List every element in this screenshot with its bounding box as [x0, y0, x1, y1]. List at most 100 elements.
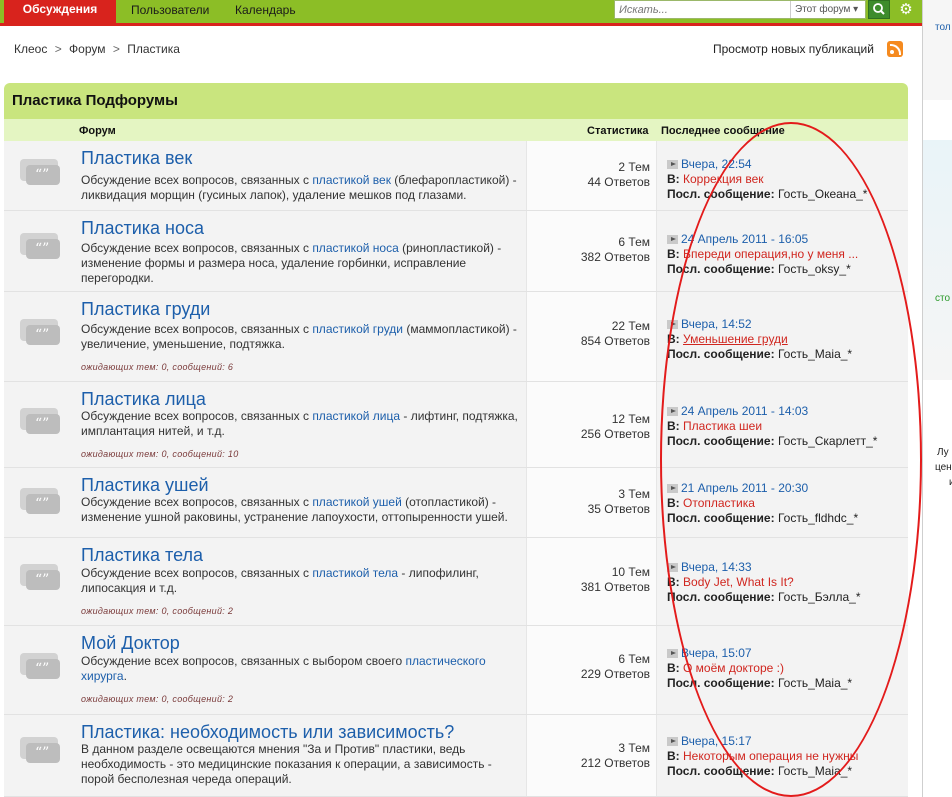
- desc-text: Обсуждение всех вопросов, связанных с: [81, 173, 313, 187]
- in-label: В:: [667, 496, 680, 510]
- last-post-author-row: Посл. сообщение: Гость_Maia_*: [667, 676, 852, 690]
- search-scope-select[interactable]: Этот форум ▾: [790, 1, 864, 18]
- search-input[interactable]: [617, 1, 787, 18]
- new-posts-link[interactable]: Просмотр новых публикаций: [713, 42, 874, 56]
- go-to-post-icon[interactable]: [667, 160, 678, 170]
- last-post-topic-link[interactable]: Впереди операция,но у меня ...: [683, 247, 858, 261]
- go-to-post-icon[interactable]: [667, 235, 678, 245]
- topic-count: 6 Тем: [618, 235, 650, 249]
- reply-count: 381 Ответов: [580, 580, 650, 594]
- desc-link[interactable]: пластикой тела: [312, 566, 398, 580]
- last-post-author-row: Посл. сообщение: Гость_Океана_*: [667, 187, 867, 201]
- forum-icon-cell: [4, 715, 74, 796]
- last-post-date[interactable]: 24 Апрель 2011 - 16:05: [681, 232, 808, 246]
- last-post-date-row: 21 Апрель 2011 - 20:30: [667, 481, 808, 495]
- topic-count: 12 Тем: [611, 412, 650, 426]
- forum-title-link[interactable]: Пластика век: [81, 148, 192, 169]
- last-post-date[interactable]: Вчера, 22:54: [681, 157, 752, 171]
- tab-calendar[interactable]: Календарь: [235, 0, 296, 23]
- last-post-author: Гость_Maia_*: [777, 676, 853, 690]
- go-to-post-icon[interactable]: [667, 484, 678, 494]
- desc-link[interactable]: пластикой ушей: [312, 495, 401, 509]
- last-post-date[interactable]: Вчера, 14:33: [681, 560, 752, 574]
- pending-moderation: ожидающих тем: 0, сообщений: 6: [81, 362, 234, 372]
- last-post-date[interactable]: 21 Апрель 2011 - 20:30: [681, 481, 808, 495]
- last-post-topic-link[interactable]: О моём докторе :): [683, 661, 784, 675]
- ad-text: цен: [935, 462, 952, 473]
- gear-icon[interactable]: ⚙: [897, 1, 915, 19]
- in-label: В:: [667, 247, 680, 261]
- ad-image[interactable]: [923, 140, 952, 380]
- last-post-topic-link[interactable]: Отопластика: [683, 496, 755, 510]
- desc-text: Обсуждение всех вопросов, связанных с: [81, 409, 313, 423]
- last-post-date-row: 24 Апрель 2011 - 14:03: [667, 404, 808, 418]
- desc-text: .: [123, 669, 127, 683]
- desc-link[interactable]: пластикой груди: [312, 322, 403, 336]
- go-to-post-icon[interactable]: [667, 737, 678, 747]
- last-post-date[interactable]: Вчера, 14:52: [681, 317, 752, 331]
- breadcrumb-item-kleos[interactable]: Клеос: [14, 42, 47, 56]
- topic-count: 10 Тем: [611, 565, 650, 579]
- tab-users[interactable]: Пользователи: [131, 0, 209, 23]
- ad-text[interactable]: сто: [935, 293, 950, 304]
- desc-link[interactable]: пластикой лица: [312, 409, 400, 423]
- desc-link[interactable]: пластикой век: [312, 173, 391, 187]
- desc-text: Обсуждение всех вопросов, связанных с: [81, 322, 313, 336]
- go-to-post-icon[interactable]: [667, 563, 678, 573]
- go-to-post-icon[interactable]: [667, 320, 678, 330]
- tab-discussions[interactable]: Обсуждения: [4, 0, 116, 26]
- forum-title-link[interactable]: Пластика груди: [81, 299, 210, 320]
- forum-description: В данном разделе освещаются мнения "За и…: [81, 742, 521, 787]
- forum-icon-cell: [4, 468, 74, 537]
- last-post-topic-link[interactable]: Уменьшение груди: [683, 332, 788, 346]
- last-post-date[interactable]: Вчера, 15:17: [681, 734, 752, 748]
- forum-title-link[interactable]: Пластика тела: [81, 545, 203, 566]
- last-post-date[interactable]: Вчера, 15:07: [681, 646, 752, 660]
- forum-title-link[interactable]: Пластика лица: [81, 389, 206, 410]
- chevron-down-icon: ▾: [853, 4, 859, 15]
- forum-title-link[interactable]: Мой Доктор: [81, 633, 180, 654]
- last-post-topic-link[interactable]: Body Jet, What Is It?: [683, 575, 794, 589]
- right-ad-column: тол сто Лу цен и: [922, 0, 952, 797]
- last-post-date[interactable]: 24 Апрель 2011 - 14:03: [681, 404, 808, 418]
- forum-title-link[interactable]: Пластика: необходимость или зависимость?: [81, 722, 454, 743]
- ad-text[interactable]: тол: [935, 22, 951, 33]
- reply-count: 212 Ответов: [580, 756, 650, 770]
- desc-text: Обсуждение всех вопросов, связанных с: [81, 566, 313, 580]
- reply-count: 229 Ответов: [580, 667, 650, 681]
- last-post-topic-row: В: Пластика шеи: [667, 419, 762, 433]
- last-post-date-row: Вчера, 15:07: [667, 646, 752, 660]
- last-post-topic-link[interactable]: Пластика шеи: [683, 419, 762, 433]
- last-post-author-row: Посл. сообщение: Гость_Maia_*: [667, 764, 852, 778]
- last-post-author-row: Посл. сообщение: Гость_fldhdc_*: [667, 511, 858, 525]
- last-post-topic-link[interactable]: Коррекция век: [683, 172, 764, 186]
- last-by-label: Посл. сообщение:: [667, 676, 775, 690]
- pending-moderation: ожидающих тем: 0, сообщений: 2: [81, 694, 234, 704]
- subforums-block: Пластика Подфорумы Форум Статистика Посл…: [4, 83, 908, 797]
- last-by-label: Посл. сообщение:: [667, 187, 775, 201]
- last-post-cell: Вчера, 14:33 В: Body Jet, What Is It? По…: [656, 538, 908, 625]
- forum-bubble-icon: [20, 488, 62, 516]
- last-post-author: Гость_Maia_*: [777, 347, 853, 361]
- last-post-topic-link[interactable]: Некоторым операция не нужны: [683, 749, 858, 763]
- forum-title-link[interactable]: Пластика ушей: [81, 475, 209, 496]
- forum-main-cell: Пластика лица Обсуждение всех вопросов, …: [74, 382, 526, 467]
- breadcrumb-item-forum[interactable]: Форум: [69, 42, 105, 56]
- ad-text: Лу: [937, 447, 949, 458]
- reply-count: 382 Ответов: [580, 250, 650, 264]
- last-by-label: Посл. сообщение:: [667, 590, 775, 604]
- search-button[interactable]: [868, 0, 890, 19]
- desc-link[interactable]: пластикой носа: [312, 241, 398, 255]
- breadcrumb-item-plastika[interactable]: Пластика: [127, 42, 180, 56]
- go-to-post-icon[interactable]: [667, 649, 678, 659]
- go-to-post-icon[interactable]: [667, 407, 678, 417]
- forum-bubble-icon: [20, 408, 62, 436]
- last-post-date-row: Вчера, 22:54: [667, 157, 752, 171]
- rss-icon[interactable]: [887, 41, 903, 57]
- forum-description: Обсуждение всех вопросов, связанных с пл…: [81, 173, 521, 203]
- in-label: В:: [667, 575, 680, 589]
- forum-icon-cell: [4, 292, 74, 381]
- forum-title-link[interactable]: Пластика носа: [81, 218, 204, 239]
- breadcrumb: Клеос > Форум > Пластика: [14, 42, 180, 56]
- last-post-author-row: Посл. сообщение: Гость_Скарлетт_*: [667, 434, 877, 448]
